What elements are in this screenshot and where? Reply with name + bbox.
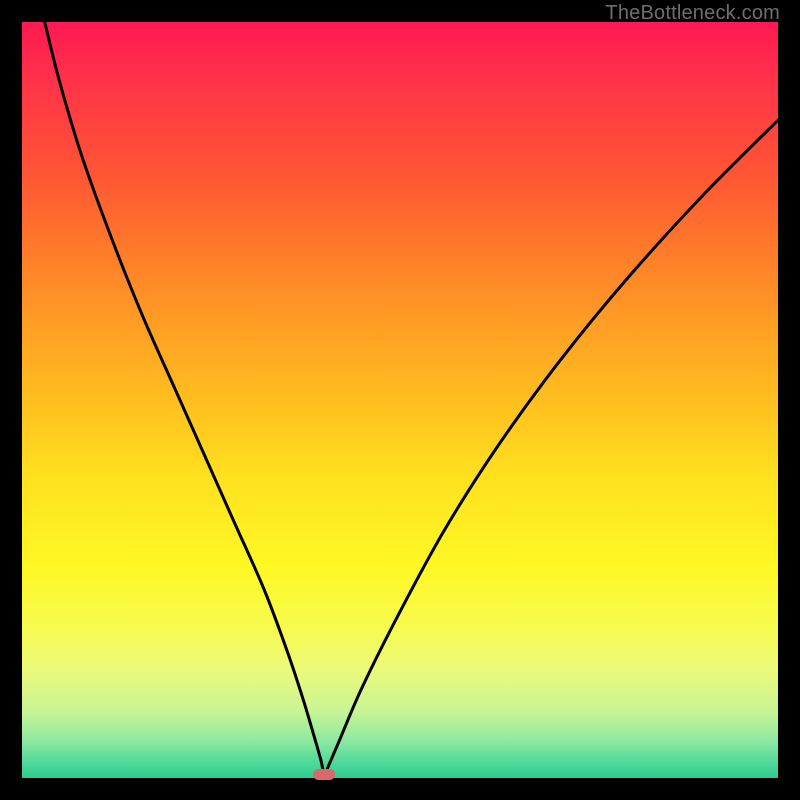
chart-frame: TheBottleneck.com <box>0 0 800 800</box>
curve-svg <box>22 22 778 778</box>
bottleneck-curve-path <box>45 22 778 774</box>
minimum-marker <box>313 769 335 780</box>
plot-area <box>22 22 778 778</box>
